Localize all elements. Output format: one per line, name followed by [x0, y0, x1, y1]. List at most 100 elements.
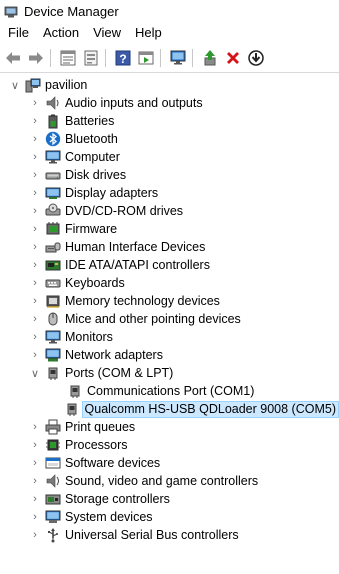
tree-device-qualcomm-hs-usb-qdloader-9008-com5[interactable]: Qualcomm HS-USB QDLoader 9008 (COM5) [0, 400, 339, 418]
tree-category-system-devices[interactable]: › System devices [0, 508, 339, 526]
storage-controller-icon [45, 491, 61, 507]
tree-category-processors[interactable]: › Processors [0, 436, 339, 454]
tree-category-bluetooth[interactable]: › Bluetooth [0, 130, 339, 148]
tree-category-human-interface-devices[interactable]: › Human Interface Devices [0, 238, 339, 256]
disable-button[interactable] [246, 48, 266, 68]
tree-category-print-queues[interactable]: › Print queues [0, 418, 339, 436]
expand-chevron-icon[interactable]: › [30, 454, 40, 472]
node-label: Sound, video and game controllers [65, 474, 259, 488]
menu-help[interactable]: Help [128, 23, 169, 43]
collapse-chevron-icon[interactable]: ∨ [30, 364, 40, 382]
tree-category-ide-ata-atapi-controllers[interactable]: › IDE ATA/ATAPI controllers [0, 256, 339, 274]
tree-category-audio-inputs-and-outputs[interactable]: › Audio inputs and outputs [0, 94, 339, 112]
dvd-icon [45, 203, 61, 219]
menu-file[interactable]: File [0, 23, 36, 43]
tree-category-firmware[interactable]: › Firmware [0, 220, 339, 238]
tree-root-pavilion[interactable]: ∨ pavilion [0, 76, 339, 94]
expand-chevron-icon[interactable]: › [30, 202, 40, 220]
properties-button[interactable] [58, 48, 78, 68]
node-label: Network adapters [65, 348, 163, 362]
tree-category-ports-com-lpt[interactable]: ∨ Ports (COM & LPT) [0, 364, 339, 382]
node-label: IDE ATA/ATAPI controllers [65, 258, 210, 272]
forward-button[interactable] [26, 48, 46, 68]
display-adapter-icon [45, 185, 61, 201]
port-icon [64, 401, 80, 417]
tree-device-communications-port-com1[interactable]: Communications Port (COM1) [0, 382, 339, 400]
tree-category-software-devices[interactable]: › Software devices [0, 454, 339, 472]
back-button[interactable] [3, 48, 23, 68]
expand-chevron-icon[interactable]: › [30, 418, 40, 436]
expand-chevron-icon[interactable]: › [30, 526, 40, 544]
node-label: DVD/CD-ROM drives [65, 204, 184, 218]
disk-drive-icon [45, 167, 61, 183]
menu-bar: File Action View Help [0, 23, 339, 43]
node-label: Monitors [65, 330, 113, 344]
help-icon: ? [115, 50, 131, 66]
node-label: Universal Serial Bus controllers [65, 528, 239, 542]
tree-view-button[interactable] [81, 48, 101, 68]
tree-category-universal-serial-bus-controllers[interactable]: › Universal Serial Bus controllers [0, 526, 339, 544]
toolbar-separator [160, 49, 161, 67]
port-icon [45, 365, 61, 381]
expand-chevron-icon[interactable]: › [30, 292, 40, 310]
tree-category-mice-and-other-pointing-devices[interactable]: › Mice and other pointing devices [0, 310, 339, 328]
expand-chevron-icon[interactable]: › [30, 166, 40, 184]
system-device-icon [45, 509, 61, 525]
firmware-icon [45, 221, 61, 237]
hid-icon [45, 239, 61, 255]
expand-chevron-icon[interactable]: › [30, 238, 40, 256]
expand-chevron-icon[interactable]: › [30, 346, 40, 364]
expand-chevron-icon[interactable]: › [30, 94, 40, 112]
update-driver-button[interactable] [200, 48, 220, 68]
monitor-icon [45, 329, 61, 345]
back-arrow-icon [6, 52, 20, 64]
menu-action[interactable]: Action [36, 23, 86, 43]
node-label: Mice and other pointing devices [65, 312, 241, 326]
tree-category-computer[interactable]: › Computer [0, 148, 339, 166]
expand-chevron-icon[interactable]: › [30, 508, 40, 526]
tree-category-keyboards[interactable]: › Keyboards [0, 274, 339, 292]
tree-category-network-adapters[interactable]: › Network adapters [0, 346, 339, 364]
expand-chevron-icon[interactable]: › [30, 274, 40, 292]
expand-chevron-icon[interactable]: › [30, 148, 40, 166]
properties-icon [60, 50, 76, 66]
expand-chevron-icon[interactable]: › [30, 490, 40, 508]
driver-icon [138, 51, 154, 65]
computer-icon [45, 149, 61, 165]
expand-chevron-icon[interactable]: › [30, 472, 40, 490]
expand-chevron-icon[interactable]: › [30, 220, 40, 238]
node-label: Display adapters [65, 186, 159, 200]
bluetooth-icon [45, 131, 61, 147]
tree-category-batteries[interactable]: › Batteries [0, 112, 339, 130]
menu-view[interactable]: View [86, 23, 128, 43]
tree-category-disk-drives[interactable]: › Disk drives [0, 166, 339, 184]
sound-icon [45, 473, 61, 489]
help-button[interactable]: ? [113, 48, 133, 68]
node-label: Firmware [65, 222, 118, 236]
node-label: Computer [65, 150, 120, 164]
node-label: Processors [65, 438, 128, 452]
node-label: Memory technology devices [65, 294, 220, 308]
expand-chevron-icon[interactable]: › [30, 256, 40, 274]
expand-chevron-icon[interactable]: › [30, 310, 40, 328]
device-manager-app-icon [4, 5, 18, 19]
expand-chevron-icon[interactable]: › [30, 436, 40, 454]
expand-chevron-icon[interactable]: › [30, 130, 40, 148]
node-label: Print queues [65, 420, 136, 434]
tree-category-storage-controllers[interactable]: › Storage controllers [0, 490, 339, 508]
uninstall-button[interactable] [223, 48, 243, 68]
tree-category-memory-technology-devices[interactable]: › Memory technology devices [0, 292, 339, 310]
expand-chevron-icon[interactable]: › [30, 112, 40, 130]
scan-hardware-button[interactable] [168, 48, 188, 68]
node-label: Software devices [65, 456, 161, 470]
node-label: Qualcomm HS-USB QDLoader 9008 (COM5) [81, 400, 339, 418]
tree-category-display-adapters[interactable]: › Display adapters [0, 184, 339, 202]
tree-category-monitors[interactable]: › Monitors [0, 328, 339, 346]
driver-button[interactable] [136, 48, 156, 68]
expand-chevron-icon[interactable]: › [30, 184, 40, 202]
expand-chevron-icon[interactable]: › [30, 328, 40, 346]
collapse-chevron-icon[interactable]: ∨ [10, 76, 20, 94]
tree-category-sound-video-and-game-controllers[interactable]: › Sound, video and game controllers [0, 472, 339, 490]
svg-text:?: ? [119, 52, 126, 66]
tree-category-dvd-cd-rom-drives[interactable]: › DVD/CD-ROM drives [0, 202, 339, 220]
